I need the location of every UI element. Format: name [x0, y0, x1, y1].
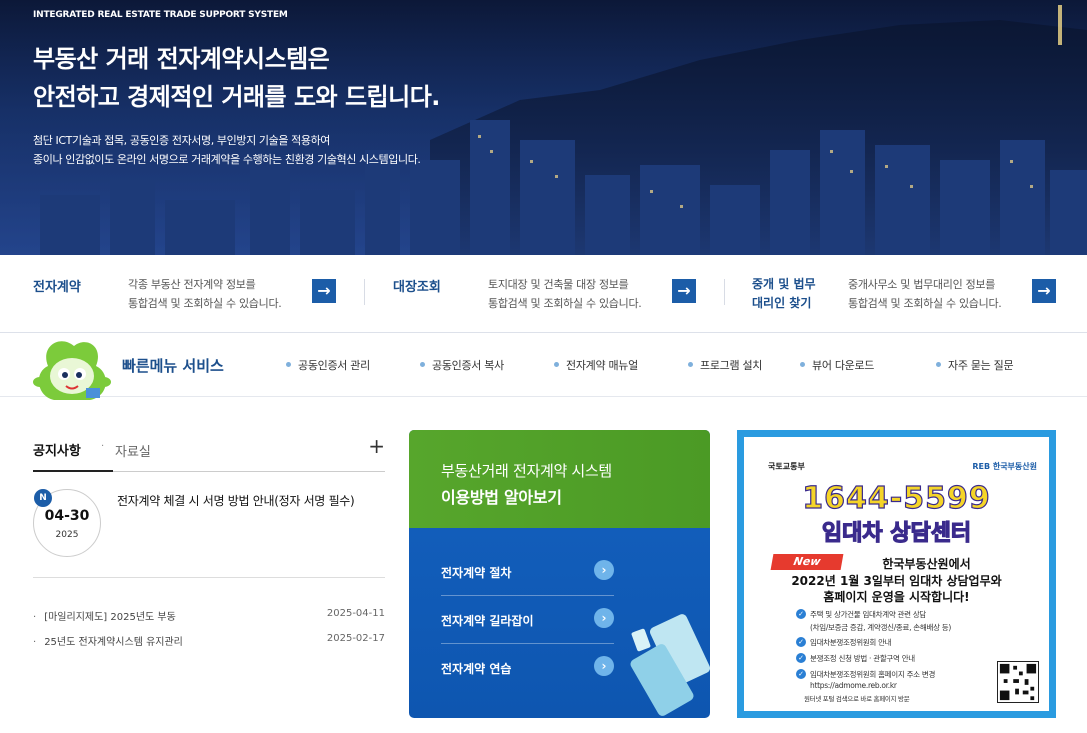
service-desc-line1: 중개사무소 및 법무대리인 정보를	[848, 278, 996, 291]
hero-title-line1: 부동산 거래 전자계약시스템은	[33, 45, 330, 73]
quick-menu: 빠른메뉴 서비스 공동인증서 관리 공동인증서 복사 전자계약 매뉴얼 프로그램…	[0, 333, 1087, 400]
arrow-right-icon[interactable]: →	[312, 279, 336, 303]
banner-line: (차임/보증금 증감, 계약갱신/종료, 손해배상 등)	[810, 623, 952, 632]
rental-consultation-banner[interactable]: 국토교통부 REB 한국부동산원 1644-5599 임대차 상담센터 New …	[737, 430, 1056, 718]
hero-desc-line1: 첨단 ICT기술과 접목, 공동인증 전자서명, 부인방지 기술을 적용하여	[33, 134, 331, 147]
banner-line: 임대차분쟁조정위원회 홈페이지 주소 변경	[810, 670, 936, 679]
banner-line: 주택 및 상가건물 임대차계약 관련 상담	[810, 610, 927, 619]
mascot-icon	[33, 341, 111, 400]
ministry-logo: 국토교통부	[768, 462, 805, 471]
banner-line: 임대차분쟁조정위원회 안내	[810, 638, 892, 647]
service-title-line2: 대리인 찾기	[752, 296, 812, 310]
service-desc-line2: 통합검색 및 조회하실 수 있습니다.	[848, 297, 1002, 310]
tab-separator: ·	[101, 441, 105, 452]
list-item[interactable]: [마일리지제도] 2025년도 부동 2025-04-11	[33, 608, 385, 624]
banner-center-title: 임대차 상담센터	[821, 520, 972, 546]
quick-link-cert-copy[interactable]: 공동인증서 복사	[420, 357, 504, 373]
more-plus-icon[interactable]: +	[368, 436, 385, 456]
service-title: 전자계약	[33, 280, 81, 295]
qr-code-icon[interactable]	[997, 661, 1039, 703]
quick-link-cert-manage[interactable]: 공동인증서 관리	[286, 357, 370, 373]
smartphone-illustration-icon	[630, 614, 710, 716]
arrow-right-icon[interactable]: →	[1032, 279, 1056, 303]
check-icon: ✓	[796, 609, 806, 619]
banner-headline-line2: 2022년 1월 3일부터 임대차 상담업무와	[791, 574, 1002, 588]
service-desc: 토지대장 및 건축물 대장 정보를 통합검색 및 조회하실 수 있습니다.	[488, 275, 642, 313]
city-night-skyline-image	[0, 0, 1087, 255]
hero-title-line2: 안전하고 경제적인 거래를 도와 드립니다.	[33, 83, 440, 111]
service-title: 대장조회	[393, 280, 441, 295]
hero-title: 부동산 거래 전자계약시스템은 안전하고 경제적인 거래를 도와 드립니다.	[33, 40, 440, 116]
featured-date: 04-30	[44, 508, 90, 524]
notice-date: 2025-04-11	[326, 608, 385, 619]
guide-subtitle: 부동산거래 전자계약 시스템	[441, 462, 612, 480]
banner-headline-line1: 한국부동산원에서	[882, 557, 971, 571]
usage-guide-panel: 부동산거래 전자계약 시스템 이용방법 알아보기 전자계약 절차 › 전자계약 …	[409, 430, 710, 718]
banner-content: 국토교통부 REB 한국부동산원 1644-5599 임대차 상담센터 New …	[744, 437, 1049, 711]
service-title-line1: 중개 및 법무	[752, 277, 816, 291]
guide-link-label: 전자계약 연습	[441, 662, 512, 676]
service-title: 중개 및 법무 대리인 찾기	[752, 275, 816, 313]
guide-link-procedure[interactable]: 전자계약 절차 ›	[441, 548, 614, 596]
check-icon: ✓	[796, 637, 806, 647]
arrow-right-icon[interactable]: →	[672, 279, 696, 303]
service-desc: 각종 부동산 전자계약 정보를 통합검색 및 조회하실 수 있습니다.	[128, 275, 282, 313]
banner-phone: 1644-5599	[802, 480, 991, 516]
guide-title: 이용방법 알아보기	[441, 488, 562, 507]
featured-notice-title[interactable]: 전자계약 체결 시 서명 방법 안내(정자 서명 필수)	[117, 492, 355, 509]
banner-footer: 원터넷 포털 검색으로 바로 홈페이지 방문	[804, 695, 910, 703]
notice-date: 2025-02-17	[326, 633, 385, 644]
banner-headline-line3: 홈페이지 운영을 시작합니다!	[823, 590, 970, 604]
service-e-contract[interactable]: 전자계약 각종 부동산 전자계약 정보를 통합검색 및 조회하실 수 있습니다.…	[33, 255, 338, 333]
hero-description: 첨단 ICT기술과 접목, 공동인증 전자서명, 부인방지 기술을 적용하여 종…	[33, 131, 421, 169]
list-item[interactable]: 25년도 전자계약시스템 유지관리 2025-02-17	[33, 633, 385, 649]
tab-notice[interactable]: 공지사항	[33, 440, 81, 459]
hero-eyebrow: INTEGRATED REAL ESTATE TRADE SUPPORT SYS…	[33, 10, 288, 20]
guide-link-practice[interactable]: 전자계약 연습 ›	[441, 644, 614, 692]
divider	[33, 577, 385, 578]
service-desc: 중개사무소 및 법무대리인 정보를 통합검색 및 조회하실 수 있습니다.	[848, 275, 1002, 313]
service-desc-line1: 토지대장 및 건축물 대장 정보를	[488, 278, 629, 291]
tab-resources[interactable]: 자료실	[115, 441, 151, 460]
quick-link-viewer-download[interactable]: 뷰어 다운로드	[800, 357, 874, 373]
divider	[364, 279, 365, 305]
chevron-right-icon[interactable]: ›	[594, 656, 614, 676]
guide-link-label: 전자계약 절차	[441, 566, 512, 580]
notice-title[interactable]: [마일리지제도] 2025년도 부동	[33, 608, 176, 623]
notice-title[interactable]: 25년도 전자계약시스템 유지관리	[33, 633, 183, 648]
divider	[724, 279, 725, 305]
service-desc-line2: 통합검색 및 조회하실 수 있습니다.	[488, 297, 642, 310]
banner-url: https://admome.reb.or.kr	[810, 681, 897, 690]
service-find-agent[interactable]: 중개 및 법무 대리인 찾기 중개사무소 및 법무대리인 정보를 통합검색 및 …	[752, 255, 1057, 333]
quick-menu-title: 빠른메뉴 서비스	[122, 357, 224, 375]
chevron-right-icon[interactable]: ›	[594, 608, 614, 628]
guide-link-label: 전자계약 길라잡이	[441, 614, 534, 628]
check-icon: ✓	[796, 653, 806, 663]
tab-active-indicator	[33, 470, 113, 472]
notice-board: 공지사항 · 자료실 + 04-30 2025 N 전자계약 체결 시 서명 방…	[33, 430, 385, 720]
service-ledger-lookup[interactable]: 대장조회 토지대장 및 건축물 대장 정보를 통합검색 및 조회하실 수 있습니…	[393, 255, 698, 333]
service-strip: 전자계약 각종 부동산 전자계약 정보를 통합검색 및 조회하실 수 있습니다.…	[0, 255, 1087, 333]
featured-year: 2025	[55, 530, 79, 540]
reb-logo: REB 한국부동산원	[972, 462, 1037, 471]
check-icon: ✓	[796, 669, 806, 679]
quick-link-program-install[interactable]: 프로그램 설치	[688, 357, 762, 373]
service-desc-line2: 통합검색 및 조회하실 수 있습니다.	[128, 297, 282, 310]
guide-link-guidebook[interactable]: 전자계약 길라잡이 ›	[441, 596, 614, 644]
hero-desc-line2: 종이나 인감없이도 온라인 서명으로 거래계약을 수행하는 친환경 기술혁신 시…	[33, 153, 421, 166]
quick-link-faq[interactable]: 자주 묻는 질문	[936, 357, 1014, 373]
banner-line: 분쟁조정 신청 방법 · 관할구역 안내	[810, 654, 915, 663]
quick-link-manual[interactable]: 전자계약 매뉴얼	[554, 357, 638, 373]
hero-banner: INTEGRATED REAL ESTATE TRADE SUPPORT SYS…	[0, 0, 1087, 255]
chevron-right-icon[interactable]: ›	[594, 560, 614, 580]
service-desc-line1: 각종 부동산 전자계약 정보를	[128, 278, 256, 291]
new-badge: N	[34, 489, 52, 507]
guide-header: 부동산거래 전자계약 시스템 이용방법 알아보기	[409, 430, 710, 528]
